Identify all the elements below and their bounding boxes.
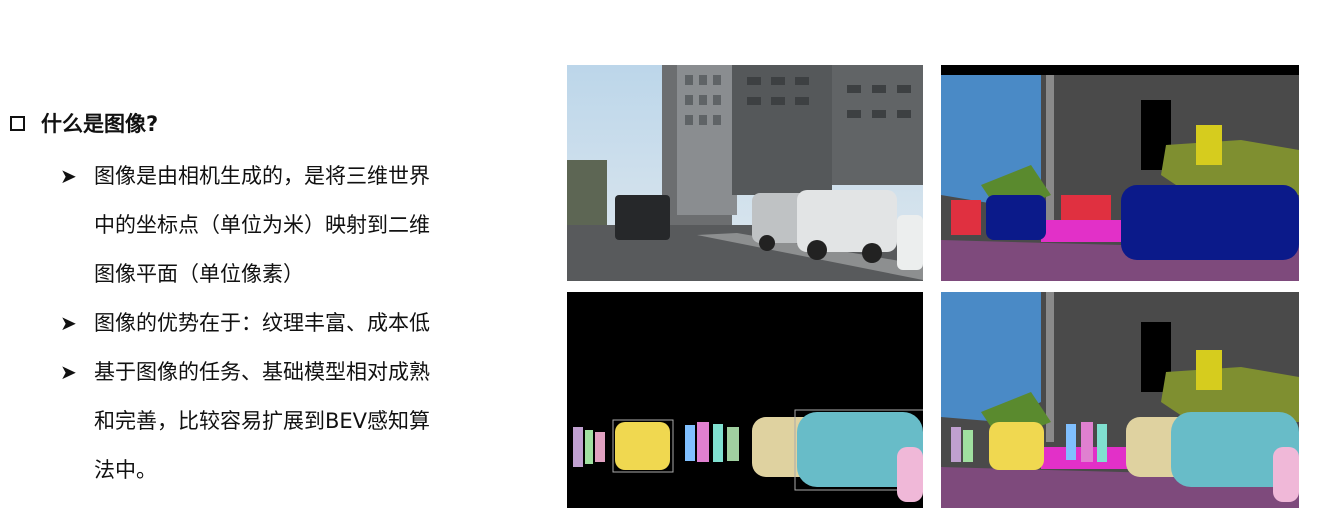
panoptic-segmentation	[941, 292, 1299, 508]
bullet-item-2: ➤ 图像的优势在于：纹理丰富、成本低	[60, 299, 548, 348]
street-photo	[567, 65, 923, 281]
arrow-bullet-icon: ➤	[60, 164, 77, 188]
semantic-segmentation	[941, 65, 1299, 281]
arrow-bullet-icon: ➤	[60, 360, 77, 384]
section-heading: 什么是图像?	[8, 104, 548, 142]
bullet-item-1: ➤ 图像是由相机生成的，是将三维世界 中的坐标点（单位为米）映射到二维 图像平面…	[60, 152, 548, 299]
text-column: 什么是图像? ➤ 图像是由相机生成的，是将三维世界 中的坐标点（单位为米）映射到…	[8, 104, 548, 495]
bullet-item-3: ➤ 基于图像的任务、基础模型相对成熟 和完善，比较容易扩展到BEV感知算 法中。	[60, 348, 548, 495]
heading-text: 什么是图像?	[41, 112, 159, 136]
instance-segmentation	[567, 292, 923, 508]
bullet-list: ➤ 图像是由相机生成的，是将三维世界 中的坐标点（单位为米）映射到二维 图像平面…	[8, 152, 548, 495]
arrow-bullet-icon: ➤	[60, 311, 77, 335]
square-bullet-icon	[10, 115, 25, 131]
